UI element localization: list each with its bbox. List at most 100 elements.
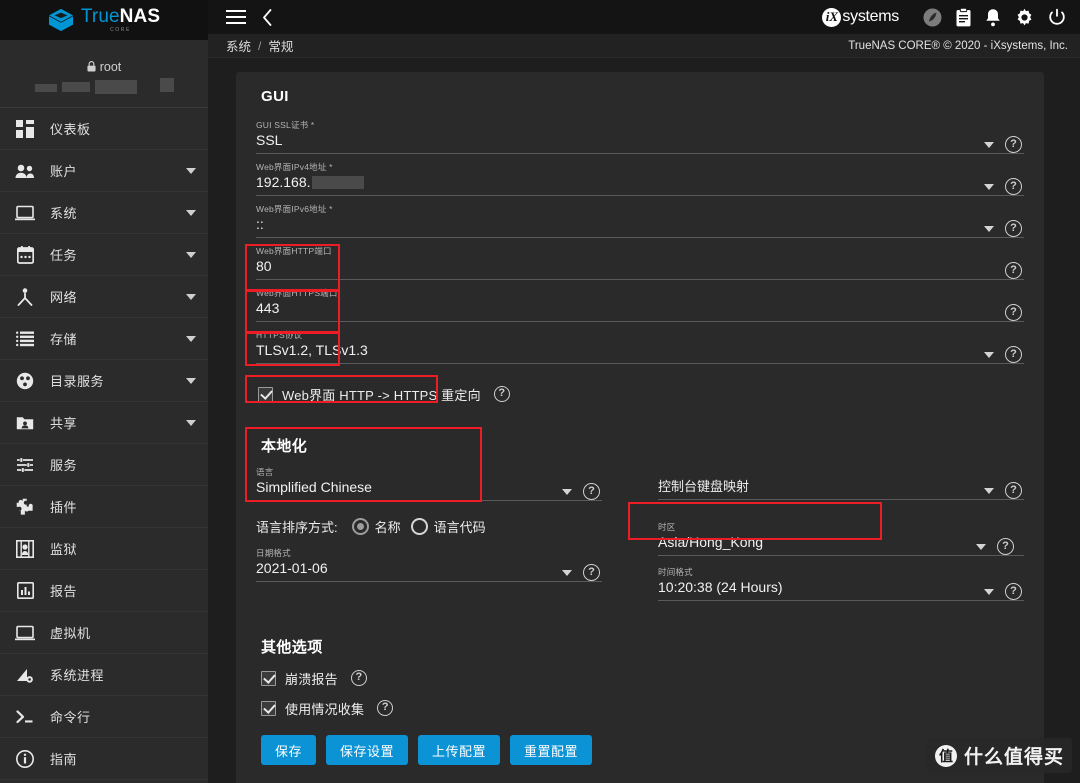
save-button[interactable]: 保存 xyxy=(261,735,317,765)
help-icon[interactable]: ? xyxy=(1005,262,1022,279)
checkbox-box[interactable] xyxy=(261,670,276,686)
alerts-bell-icon[interactable] xyxy=(985,8,1001,27)
sidebar-item-system[interactable]: 系统 xyxy=(0,192,208,234)
help-icon[interactable]: ? xyxy=(1005,346,1022,363)
chevron-left-icon[interactable] xyxy=(262,8,273,26)
chevron-down-icon[interactable] xyxy=(976,544,986,550)
chevron-down-icon[interactable] xyxy=(984,226,994,232)
upload-config-button[interactable]: 上传配置 xyxy=(418,735,501,765)
sidebar-item-virtual-machines[interactable]: 虚拟机 xyxy=(0,612,208,654)
general-settings-card: GUI GUI SSL证书 * SSL ? Web界面IPv4地址 * 192.… xyxy=(236,72,1044,783)
help-icon[interactable]: ? xyxy=(493,386,510,402)
sidebar-item-services[interactable]: 服务 xyxy=(0,444,208,486)
sidebar-item-label: 任务 xyxy=(50,248,78,263)
field-timezone[interactable]: 时区 Asia/Hong_Kong ? xyxy=(658,517,1024,559)
chevron-down-icon[interactable] xyxy=(562,489,572,495)
radio-button[interactable] xyxy=(410,517,428,535)
accounts-icon xyxy=(14,160,36,182)
ixsystems-badge: iX xyxy=(822,7,842,27)
field-webui-ipv4-address[interactable]: Web界面IPv4地址 * 192.168. ? xyxy=(256,157,1024,199)
sidebar-item-guide[interactable]: 指南 xyxy=(0,738,208,780)
sidebar-item-sharing[interactable]: 共享 xyxy=(0,402,208,444)
chevron-down-icon[interactable] xyxy=(186,209,196,216)
field-language[interactable]: 语言 Simplified Chinese ? xyxy=(256,462,602,504)
field-console-keyboard-map[interactable]: 控制台键盘映射 ? xyxy=(658,462,1024,503)
power-icon[interactable] xyxy=(1048,8,1066,27)
checkbox-box[interactable] xyxy=(261,700,276,716)
localization-left-column: 语言 Simplified Chinese ? 语言排序方式: 名称 语言代码 … xyxy=(256,462,640,604)
chevron-down-icon[interactable] xyxy=(984,142,994,148)
sidebar-item-reporting[interactable]: 报告 xyxy=(0,570,208,612)
hamburger-menu-icon[interactable] xyxy=(226,10,246,25)
sidebar-item-accounts[interactable]: 账户 xyxy=(0,150,208,192)
help-icon[interactable]: ? xyxy=(1005,304,1022,321)
field-webui-https-port[interactable]: Web界面HTTPS端口 443 ? xyxy=(256,283,1024,325)
radio-button[interactable] xyxy=(351,517,369,535)
chevron-down-icon[interactable] xyxy=(186,167,196,174)
save-settings-button[interactable]: 保存设置 xyxy=(326,735,409,765)
chevron-down-icon[interactable] xyxy=(984,488,994,494)
sidebar-item-tasks[interactable]: 任务 xyxy=(0,234,208,276)
field-https-protocols[interactable]: HTTPS协议 TLSv1.2, TLSv1.3 ? xyxy=(256,325,1024,367)
content-area: GUI GUI SSL证书 * SSL ? Web界面IPv4地址 * 192.… xyxy=(208,58,1080,783)
help-icon[interactable]: ? xyxy=(1005,220,1022,237)
help-icon[interactable]: ? xyxy=(583,564,600,581)
radio-option-name[interactable]: 名称 xyxy=(351,517,401,536)
breadcrumb-parent[interactable]: 系统 xyxy=(226,36,251,55)
checkbox-crash-reporting[interactable]: 崩溃报告 ? xyxy=(261,667,1024,689)
sidebar-item-dashboard[interactable]: 仪表板 xyxy=(0,108,208,150)
chevron-down-icon[interactable] xyxy=(186,419,196,426)
field-gui-ssl-certificate[interactable]: GUI SSL证书 * SSL ? xyxy=(256,115,1024,157)
truenas-app-window: TrueNAS CORE root 仪表板 账户 系统 任务 网络 存储 目录服… xyxy=(0,0,1080,783)
sidebar-item-label: 网络 xyxy=(50,290,78,305)
help-icon[interactable]: ? xyxy=(1005,482,1022,499)
chevron-down-icon[interactable] xyxy=(186,293,196,300)
chevron-down-icon[interactable] xyxy=(984,352,994,358)
sidebar-item-jails[interactable]: 监狱 xyxy=(0,528,208,570)
settings-gear-icon[interactable] xyxy=(1015,8,1034,27)
help-icon[interactable]: ? xyxy=(1005,178,1022,195)
lock-icon xyxy=(87,61,96,72)
redacted-hostname-row xyxy=(17,77,192,94)
sidebar-user-box[interactable]: root xyxy=(0,40,208,108)
checkbox-usage-collection[interactable]: 使用情况收集 ? xyxy=(261,697,1024,719)
reset-config-button[interactable]: 重置配置 xyxy=(510,735,593,765)
field-webui-http-port[interactable]: Web界面HTTP端口 80 ? xyxy=(256,241,1024,283)
gui-section-title: GUI xyxy=(261,88,289,105)
sidebar-item-label: 存储 xyxy=(50,332,78,347)
sidebar-item-storage[interactable]: 存储 xyxy=(0,318,208,360)
chevron-down-icon[interactable] xyxy=(984,184,994,190)
sidebar-item-label: 服务 xyxy=(50,458,78,473)
field-date-format[interactable]: 日期格式 2021-01-06 ? xyxy=(256,543,602,585)
sidebar-item-plugins[interactable]: 插件 xyxy=(0,486,208,528)
chevron-down-icon[interactable] xyxy=(186,251,196,258)
help-icon[interactable]: ? xyxy=(350,670,367,686)
field-webui-ipv6-address[interactable]: Web界面IPv6地址 * :: ? xyxy=(256,199,1024,241)
help-icon[interactable]: ? xyxy=(583,483,600,500)
checkbox-http-https-redirect[interactable]: Web界面 HTTP -> HTTPS 重定向 ? xyxy=(258,383,1024,405)
sidebar-item-directory-services[interactable]: 目录服务 xyxy=(0,360,208,402)
field-time-format[interactable]: 时间格式 10:20:38 (24 Hours) ? xyxy=(658,562,1024,604)
chevron-down-icon[interactable] xyxy=(562,570,572,576)
chevron-down-icon[interactable] xyxy=(186,377,196,384)
chevron-down-icon[interactable] xyxy=(984,589,994,595)
resilver-status-icon[interactable] xyxy=(923,8,942,27)
checkbox-label: 崩溃报告 xyxy=(285,671,338,687)
sidebar-item-label: 监狱 xyxy=(50,542,78,557)
services-sliders-icon xyxy=(14,454,36,476)
help-icon[interactable]: ? xyxy=(997,538,1014,555)
field-inner: 控制台键盘映射 xyxy=(658,477,1024,500)
help-icon[interactable]: ? xyxy=(1005,136,1022,153)
brand-logo-area[interactable]: TrueNAS CORE xyxy=(0,0,208,40)
sidebar-item-network[interactable]: 网络 xyxy=(0,276,208,318)
radio-option-language-code[interactable]: 语言代码 xyxy=(410,517,486,536)
help-icon[interactable]: ? xyxy=(377,700,394,716)
virtual-machines-icon xyxy=(14,622,36,644)
chevron-down-icon[interactable] xyxy=(186,335,196,342)
sidebar-item-system-processes[interactable]: 系统进程 xyxy=(0,654,208,696)
checkbox-box[interactable] xyxy=(258,386,273,402)
field-value: 10:20:38 (24 Hours) xyxy=(658,579,783,595)
sidebar-item-shell[interactable]: 命令行 xyxy=(0,696,208,738)
help-icon[interactable]: ? xyxy=(1005,583,1022,600)
task-manager-clipboard-icon[interactable] xyxy=(956,7,971,27)
